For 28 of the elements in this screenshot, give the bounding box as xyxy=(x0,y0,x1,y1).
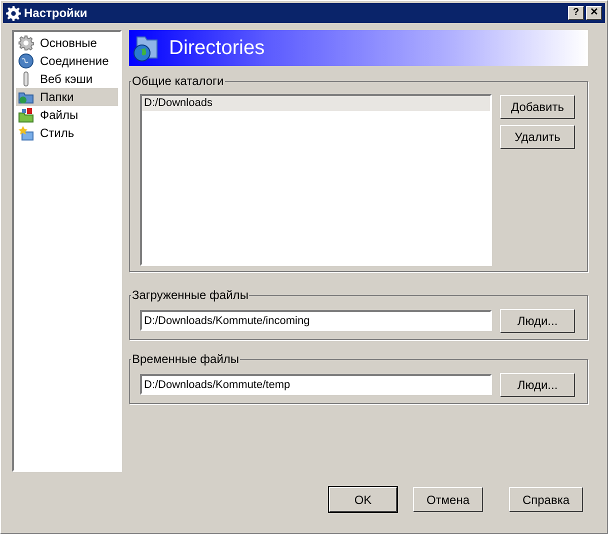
gear-icon xyxy=(18,35,34,51)
sidebar-item[interactable]: Стиль xyxy=(16,124,118,142)
sidebar-item[interactable]: Веб кэши xyxy=(16,70,118,88)
add-button[interactable]: Добавить xyxy=(500,95,575,119)
browse-button[interactable]: Люди... xyxy=(500,309,575,333)
sidebar-item[interactable]: Основные xyxy=(16,34,118,52)
globe-icon xyxy=(18,53,34,69)
folder-icon xyxy=(18,107,34,123)
browse-button[interactable]: Люди... xyxy=(500,373,575,397)
list-item[interactable]: D:/Downloads xyxy=(142,96,490,111)
sidebar-item[interactable]: Папки xyxy=(16,88,118,106)
folder-list[interactable]: D:/Downloads xyxy=(140,94,492,266)
sidebar-item[interactable]: Файлы xyxy=(16,106,118,124)
group-title: Общие каталоги xyxy=(131,73,225,90)
close-button[interactable]: ✕ xyxy=(586,6,602,20)
path-field[interactable]: D:/Downloads/Kommute/incoming xyxy=(140,310,492,331)
ok-button[interactable]: OK xyxy=(329,487,397,512)
help-button[interactable]: Справка xyxy=(509,487,583,512)
group-title: Загруженные файлы xyxy=(131,287,250,304)
sidebar-item[interactable]: Соединение xyxy=(16,52,118,70)
group-title: Временные файлы xyxy=(131,351,240,368)
help-button[interactable]: ? xyxy=(568,6,584,20)
header-title: Directories xyxy=(169,36,265,61)
window-title: Настройки xyxy=(24,5,88,22)
path-field[interactable]: D:/Downloads/Kommute/temp xyxy=(140,374,492,395)
gear-icon xyxy=(6,6,21,20)
remove-button[interactable]: Удалить xyxy=(500,125,575,149)
cancel-button[interactable]: Отмена xyxy=(413,487,483,512)
